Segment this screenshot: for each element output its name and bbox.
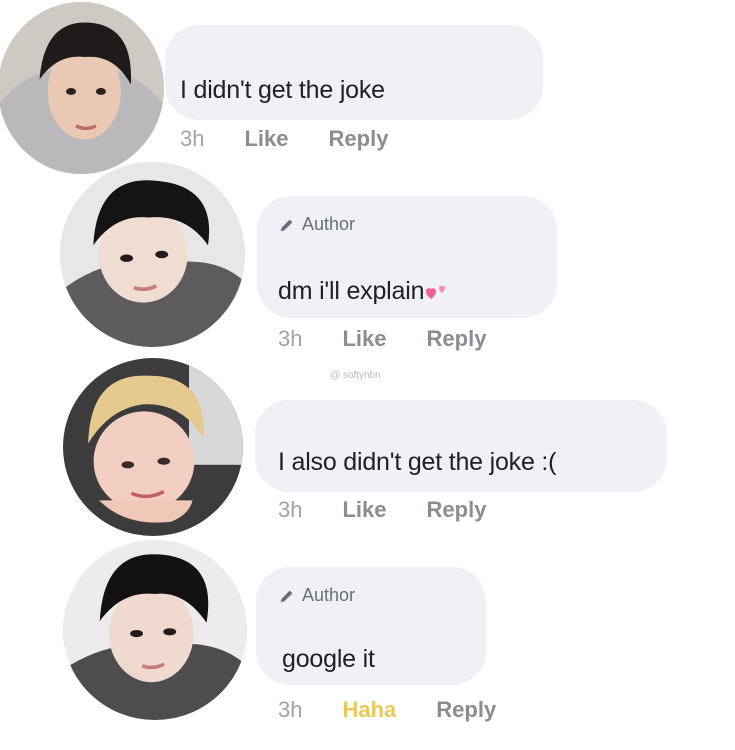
like-button[interactable]: Like bbox=[244, 126, 288, 152]
comment-text-4: google it bbox=[282, 645, 375, 673]
avatar-commenter-1[interactable] bbox=[0, 2, 164, 174]
pencil-icon bbox=[280, 219, 293, 231]
comment-text-2: dm i'll explain bbox=[278, 277, 451, 306]
author-badge-2: Author bbox=[278, 585, 355, 606]
comment-actions-2: 3h Like Reply bbox=[278, 326, 526, 352]
avatar-photo bbox=[63, 358, 243, 536]
avatar-author-1[interactable] bbox=[60, 162, 245, 347]
comment-time: 3h bbox=[180, 126, 205, 151]
avatar-photo bbox=[63, 540, 247, 720]
author-label: Author bbox=[302, 585, 356, 605]
avatar-author-2[interactable] bbox=[63, 540, 247, 720]
comment-text-content: dm i'll explain bbox=[278, 277, 425, 305]
reply-button[interactable]: Reply bbox=[427, 326, 487, 352]
reply-button[interactable]: Reply bbox=[436, 697, 496, 723]
two-hearts-emoji bbox=[426, 286, 446, 300]
comment-time: 3h bbox=[278, 697, 303, 722]
like-button[interactable]: Like bbox=[342, 326, 386, 352]
author-label: Author bbox=[302, 214, 356, 234]
avatar-photo bbox=[0, 2, 164, 174]
comment-text-1: I didn't get the joke bbox=[180, 76, 385, 104]
haha-reaction-button[interactable]: Haha bbox=[342, 697, 396, 723]
pencil-icon bbox=[280, 590, 293, 602]
comment-time: 3h bbox=[278, 326, 303, 351]
reply-button[interactable]: Reply bbox=[427, 497, 487, 523]
comment-bubble-1[interactable] bbox=[165, 25, 543, 120]
comment-actions-1: 3h Like Reply bbox=[180, 126, 428, 152]
author-badge-1: Author bbox=[278, 214, 355, 235]
comment-actions-3: 3h Like Reply bbox=[278, 497, 526, 523]
reply-button[interactable]: Reply bbox=[329, 126, 389, 152]
avatar-photo bbox=[60, 162, 245, 347]
comment-text-3: I also didn't get the joke :( bbox=[278, 448, 557, 476]
like-button[interactable]: Like bbox=[342, 497, 386, 523]
comment-time: 3h bbox=[278, 497, 303, 522]
watermark: @ softynbn bbox=[330, 370, 381, 381]
comment-bubble-3[interactable] bbox=[255, 400, 667, 492]
comment-actions-4: 3h Haha Reply bbox=[278, 697, 536, 723]
avatar-commenter-2[interactable] bbox=[63, 358, 243, 536]
